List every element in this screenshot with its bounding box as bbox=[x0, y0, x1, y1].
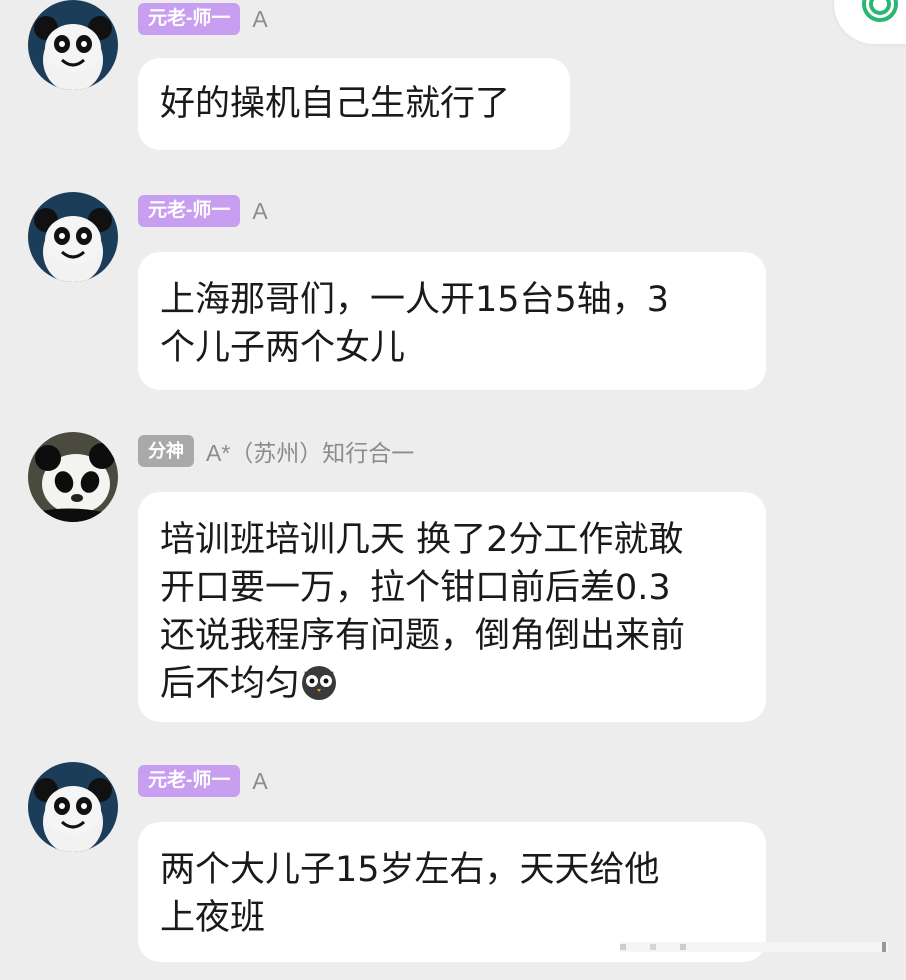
app-logo-icon[interactable] bbox=[834, 0, 906, 44]
message-meta: 元老-师一 A bbox=[138, 764, 268, 798]
panda-photo-avatar[interactable] bbox=[28, 432, 118, 522]
message-meta: 分神 A*（苏州）知行合一 bbox=[138, 434, 414, 468]
panda-cartoon-avatar[interactable] bbox=[28, 0, 118, 90]
member-badge: 元老-师一 bbox=[138, 3, 241, 35]
message-meta: 元老-师一 A bbox=[138, 194, 268, 228]
sender-name[interactable]: A*（苏州）知行合一 bbox=[206, 434, 414, 468]
member-badge: 元老-师一 bbox=[138, 765, 241, 797]
owl-emoji bbox=[302, 666, 337, 700]
sender-name[interactable]: A bbox=[252, 198, 267, 225]
member-badge: 元老-师一 bbox=[138, 195, 241, 227]
message-bubble[interactable]: 上海那哥们，一人开15台5轴，3 个儿子两个女儿 bbox=[138, 252, 766, 390]
panda-cartoon-avatar[interactable] bbox=[28, 762, 118, 852]
scroll-indicator bbox=[620, 942, 888, 952]
panda-cartoon-avatar[interactable] bbox=[28, 192, 118, 282]
sender-name[interactable]: A bbox=[252, 768, 267, 795]
message-bubble[interactable]: 培训班培训几天 换了2分工作就敢 开口要一万，拉个钳口前后差0.3 还说我程序有… bbox=[138, 492, 766, 722]
member-badge: 分神 bbox=[138, 435, 194, 467]
chat-screen: 元老-师一 A 好的操机自己生就行了 元老-师一 A 上海那哥们，一人开15台5… bbox=[0, 0, 906, 980]
message-meta: 元老-师一 A bbox=[138, 2, 268, 36]
message-text: 培训班培训几天 换了2分工作就敢 开口要一万，拉个钳口前后差0.3 还说我程序有… bbox=[160, 520, 686, 704]
sender-name[interactable]: A bbox=[252, 6, 267, 33]
message-bubble[interactable]: 好的操机自己生就行了 bbox=[138, 58, 570, 150]
